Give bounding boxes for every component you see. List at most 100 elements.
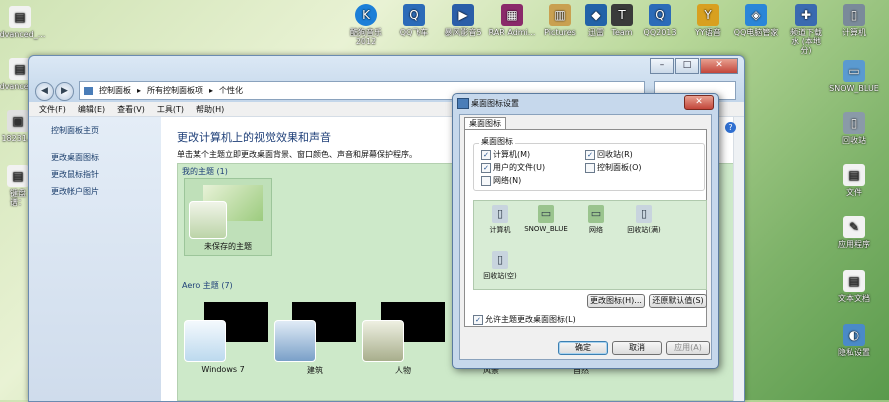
breadcrumb-separator: ▸ — [209, 86, 214, 95]
color-swatch — [184, 320, 226, 362]
theme-unsaved[interactable]: 未保存的主题 — [184, 178, 272, 256]
icon-item-label: 计算机 — [489, 226, 511, 234]
desktop-icon-qq2013[interactable]: Q QQ2013 — [634, 4, 686, 37]
desktop-icon-snowblue[interactable]: ▭ SNOW_BLUE — [828, 60, 880, 93]
desktop-icon-qqspeed[interactable]: Q QQ飞车 — [388, 4, 440, 37]
desktop-icon-label: RAR Admi... — [488, 28, 536, 37]
checkbox-recycle-bin[interactable]: ✓ 回收站(R) — [585, 149, 633, 160]
control-panel-icon — [84, 86, 93, 95]
icon-item-label: 回收站(满) — [627, 226, 661, 234]
checkbox-label: 允许主题更改桌面图标(L) — [485, 315, 576, 324]
maximize-button[interactable]: □ — [675, 58, 699, 74]
icon-item-label: SNOW_BLUE — [524, 225, 568, 233]
desktop-icon-kugou[interactable]: K 酷狗音乐 2012 — [340, 4, 392, 46]
breadcrumb-item[interactable]: 控制面板 — [99, 85, 131, 96]
apply-button[interactable]: 应用(A) — [666, 341, 710, 355]
dialog-title: 桌面图标设置 — [471, 99, 519, 108]
sidebar-item-mouse-pointer[interactable]: 更改鼠标指针 — [51, 169, 161, 180]
checkbox-control-panel[interactable]: 控制面板(O) — [585, 162, 642, 173]
back-button[interactable]: ◀ — [35, 82, 54, 101]
sidebar-item-home[interactable]: 控制面板主页 — [51, 125, 161, 136]
shield-icon: ◈ — [745, 4, 767, 26]
desktop-icon-channel[interactable]: ✚ 频道下载 水 (本地 分) — [780, 4, 832, 55]
desktop-icon-computer[interactable]: ▯ 计算机 — [828, 4, 880, 37]
theme-label: 建筑 — [307, 366, 323, 375]
sidebar-item-desktop-icons[interactable]: 更改桌面图标 — [51, 152, 161, 163]
desktop-icon-rar[interactable]: ▦ RAR Admi... — [486, 4, 538, 37]
monitor-icon: ▭ — [843, 60, 865, 82]
desktop-icon-file[interactable]: ▤ 文件 — [828, 164, 880, 197]
sidebar-item-account-picture[interactable]: 更改帐户图片 — [51, 186, 161, 197]
restore-default-button[interactable]: 还原默认值(S) — [649, 294, 707, 308]
desktop-icon-label: 隐私设置 — [838, 348, 870, 357]
computer-icon: ▯ — [843, 4, 865, 26]
desktop-icon-label: YY语音 — [695, 28, 721, 37]
dialog-icon — [457, 98, 469, 109]
theme-label: 人物 — [395, 366, 411, 375]
menu-edit[interactable]: 编辑(E) — [78, 104, 105, 115]
privacy-icon: ◐ — [843, 324, 865, 346]
text-file-icon: ▤ — [843, 270, 865, 292]
menu-tools[interactable]: 工具(T) — [157, 104, 184, 115]
document-icon: ▤ — [7, 165, 29, 187]
desktop-icon-app[interactable]: ✎ 应用程序 — [828, 216, 880, 249]
desktop-icon-label: 文本文档 — [838, 294, 870, 303]
desktop-icon-privacy[interactable]: ◐ 隐私设置 — [828, 324, 880, 357]
help-icon[interactable]: ? — [725, 122, 736, 133]
icon-item-recycle-empty[interactable]: ▯ 回收站(空) — [478, 251, 522, 281]
icon-item-recycle-full[interactable]: ▯ 回收站(满) — [622, 205, 666, 235]
menu-help[interactable]: 帮助(H) — [196, 104, 224, 115]
desktop-icon-recycle[interactable]: ▯ 回收站 — [828, 112, 880, 145]
breadcrumb-item[interactable]: 个性化 — [219, 85, 243, 96]
desktop-icon-label: 应用程序 — [838, 240, 870, 249]
computer-icon: ▯ — [492, 205, 508, 223]
desktop-icon-baofeng[interactable]: ▶ 暴风影音5 — [437, 4, 489, 37]
channel-icon: ✚ — [795, 4, 817, 26]
desktop-icon-label: 暴风影音5 — [444, 28, 482, 37]
recycle-bin-full-icon: ▯ — [636, 205, 652, 223]
close-button[interactable]: ✕ — [700, 58, 738, 74]
breadcrumb-item[interactable]: 所有控制面板项 — [147, 85, 203, 96]
desktop-icon-qq-manager[interactable]: ◈ QQ电脑管家 — [730, 4, 782, 37]
tab-panel: 桌面图标 ✓ 计算机(M) ✓ 回收站(R) ✓ 用户的文件(U) 控制面板(O… — [464, 129, 707, 327]
vertical-scrollbar[interactable] — [733, 117, 744, 401]
checkbox-checked-icon: ✓ — [481, 162, 491, 173]
checkbox-label: 网络(N) — [493, 176, 522, 185]
checkbox-allow-themes[interactable]: ✓ 允许主题更改桌面图标(L) — [473, 314, 576, 325]
icon-item-network[interactable]: ▭ 网络 — [574, 205, 618, 235]
desktop-icon-label: 酷狗音乐 2012 — [350, 28, 382, 46]
recycle-bin-icon: ▯ — [843, 112, 865, 134]
forward-button[interactable]: ▶ — [55, 82, 74, 101]
ok-button[interactable]: 确定 — [558, 341, 608, 355]
desktop-icon-label: QQ2013 — [643, 28, 677, 37]
icon-item-snowblue[interactable]: ▭ SNOW_BLUE — [524, 205, 568, 233]
cancel-button[interactable]: 取消 — [612, 341, 662, 355]
desktop-icon-label: 文件 — [846, 188, 862, 197]
checkbox-computer[interactable]: ✓ 计算机(M) — [481, 149, 530, 160]
folder-icon: ▥ — [549, 4, 571, 26]
menu-file[interactable]: 文件(F) — [39, 104, 66, 115]
desktop-icon-text[interactable]: ▤ 文本文档 — [828, 270, 880, 303]
checkbox-network[interactable]: 网络(N) — [481, 175, 521, 186]
icon-item-label: 回收站(空) — [483, 272, 517, 280]
icon-item-computer[interactable]: ▯ 计算机 — [478, 205, 522, 235]
minimize-button[interactable]: – — [650, 58, 674, 74]
desktop-icon-settings-dialog: 桌面图标设置 ✕ 桌面图标 桌面图标 ✓ 计算机(M) ✓ 回收站(R) ✓ 用… — [452, 93, 719, 369]
desktop-icon-yy[interactable]: Y YY语音 — [682, 4, 734, 37]
change-icon-button[interactable]: 更改图标(H)... — [587, 294, 645, 308]
desktop-icon-advanced-1[interactable]: ▤ advanced_... — [0, 6, 46, 39]
desktop-icon-label: QQ电脑管家 — [733, 28, 779, 37]
monitor-icon: ▭ — [538, 205, 554, 223]
group-label: 桌面图标 — [479, 136, 515, 147]
app-icon: ✎ — [843, 216, 865, 238]
desktop-icon-label: 计算机 — [842, 28, 866, 37]
menu-view[interactable]: 查看(V) — [117, 104, 145, 115]
dialog-close-button[interactable]: ✕ — [684, 95, 714, 110]
icon-item-label: 网络 — [589, 226, 603, 234]
theme-label: Windows 7 — [201, 365, 245, 374]
file-icon: ▣ — [7, 110, 29, 132]
checkbox-unchecked-icon — [481, 175, 491, 186]
checkbox-user-files[interactable]: ✓ 用户的文件(U) — [481, 162, 545, 173]
color-swatch — [362, 320, 404, 362]
desktop-icon-label: 频道下载 水 (本地 分) — [790, 28, 822, 55]
